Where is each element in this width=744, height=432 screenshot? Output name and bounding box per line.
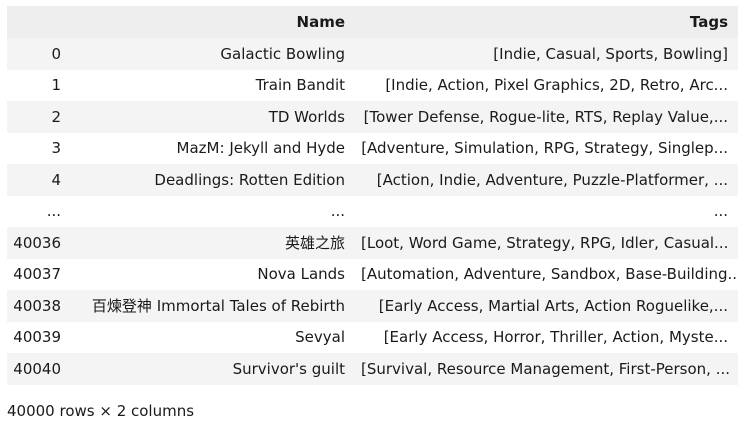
table-row: 3 MazM: Jekyll and Hyde [Adventure, Simu… [7,132,738,164]
tags-cell: [Early Access, Horror, Thriller, Action,… [383,328,728,347]
name-column-header: Name [71,6,355,38]
table-row: 40039 Sevyal [Early Access, Horror, Thri… [7,321,738,353]
tags-cell: [Automation, Adventure, Sandbox, Base-Bu… [361,265,738,284]
name-cell: Galactic Bowling [220,44,345,63]
tags-cell: [Survival, Resource Management, First-Pe… [361,359,730,378]
name-cell: 百煉登神 Immortal Tales of Rebirth [91,297,345,316]
row-index: 40039 [13,328,61,347]
table-row: 40040 Survivor's guilt [Survival, Resour… [7,353,738,385]
name-cell: Sevyal [295,328,345,347]
dataframe-table: Name Tags 0 Galactic Bowling [Indie, Cas… [7,6,738,385]
tags-cell: [Early Access, Martial Arts, Action Rogu… [378,296,728,315]
table-row: 0 Galactic Bowling [Indie, Casual, Sport… [7,38,738,70]
table-row: 40037 Nova Lands [Automation, Adventure,… [7,258,738,290]
table-row: 4 Deadlings: Rotten Edition [Action, Ind… [7,164,738,196]
header-row: Name Tags [7,6,738,38]
name-cell: ... [330,202,345,221]
tags-cell: [Tower Defense, Rogue-lite, RTS, Replay … [363,107,728,126]
index-header [7,6,71,38]
name-cell: Nova Lands [257,265,345,284]
row-index: 4 [51,170,61,189]
row-index: 40036 [13,233,61,252]
ellipsis-row: ... ... ... [7,195,738,227]
tags-column-header: Tags [355,6,738,38]
name-cell: Train Bandit [255,76,345,95]
row-index: 1 [51,76,61,95]
row-index: 0 [51,44,61,63]
row-index: 3 [51,139,61,158]
name-cell: 英雄之旅 [284,234,345,253]
row-index: 40037 [13,265,61,284]
name-cell: Survivor's guilt [232,359,345,378]
row-index: 40038 [13,296,61,315]
dataframe-output: Name Tags 0 Galactic Bowling [Indie, Cas… [7,6,738,385]
row-index: 2 [51,107,61,126]
tags-cell: [Indie, Casual, Sports, Bowling] [493,44,728,63]
table-row: 40038 百煉登神 Immortal Tales of Rebirth [Ea… [7,290,738,322]
tags-cell: [Adventure, Simulation, RPG, Strategy, S… [361,139,728,158]
tags-cell: [Indie, Action, Pixel Graphics, 2D, Retr… [385,76,728,95]
tags-cell: [Loot, Word Game, Strategy, RPG, Idler, … [361,233,729,252]
dataframe-shape-caption: 40000 rows × 2 columns [7,402,195,420]
table-row: 2 TD Worlds [Tower Defense, Rogue-lite, … [7,101,738,133]
tags-cell: ... [713,202,728,221]
row-index: ... [46,202,61,221]
name-cell: TD Worlds [268,107,345,126]
table-row: 1 Train Bandit [Indie, Action, Pixel Gra… [7,69,738,101]
table-row: 40036 英雄之旅 [Loot, Word Game, Strategy, R… [7,227,738,259]
name-cell: MazM: Jekyll and Hyde [176,139,345,158]
row-index: 40040 [13,359,61,378]
name-cell: Deadlings: Rotten Edition [154,170,345,189]
tags-cell: [Action, Indie, Adventure, Puzzle-Platfo… [376,170,728,189]
